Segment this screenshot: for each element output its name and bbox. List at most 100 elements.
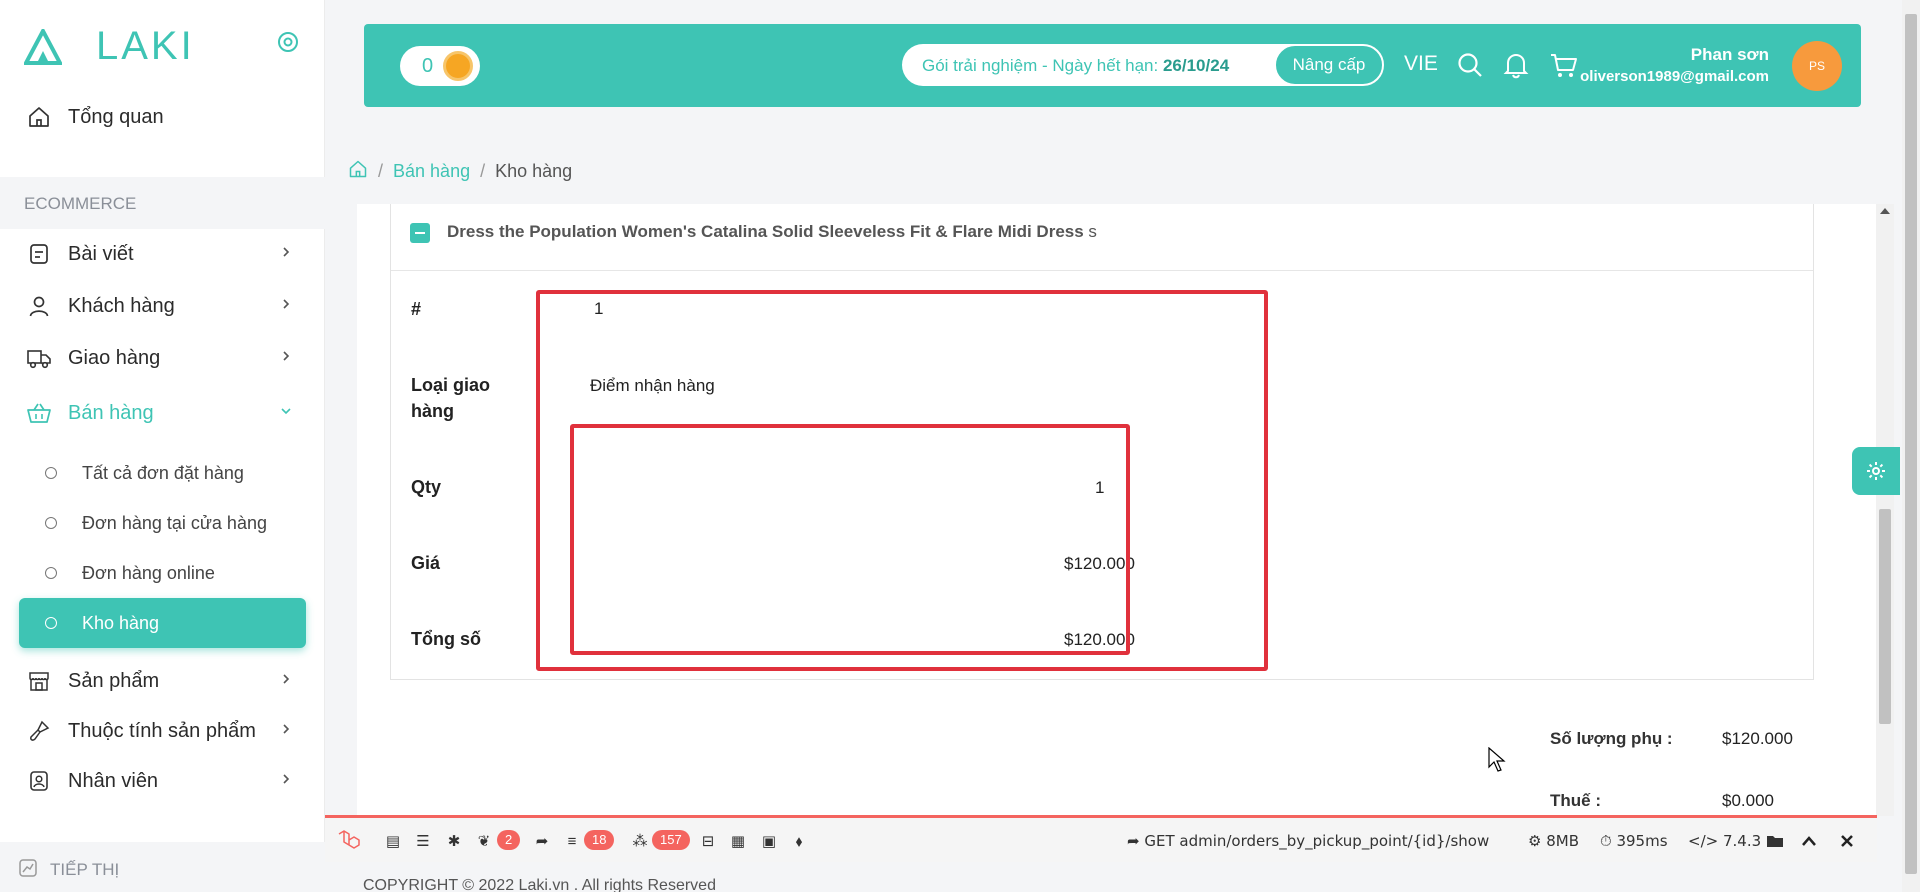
- sidebar-item-label: Thuộc tính sản phẩm: [68, 719, 256, 742]
- sidebar-item-label: Sản phẩm: [68, 669, 160, 692]
- laravel-logo-icon[interactable]: [336, 830, 362, 851]
- home-icon[interactable]: [348, 159, 368, 184]
- theme-settings-button[interactable]: [1852, 447, 1900, 495]
- memory-text: 8MB: [1546, 832, 1579, 850]
- archive-icon[interactable]: ▣: [758, 831, 780, 851]
- user-icon: [25, 292, 53, 320]
- section-title: TIẾP THỊ: [50, 860, 120, 879]
- sidebar-item-sales[interactable]: Bán hàng: [0, 388, 325, 438]
- sidebar-item-overview[interactable]: Tổng quan: [0, 92, 325, 142]
- user-name[interactable]: Phan sơn: [1691, 45, 1769, 65]
- chevron-right-icon: [280, 672, 292, 690]
- views-count-badge: 2: [497, 830, 521, 850]
- messages-icon[interactable]: ▤: [382, 831, 404, 851]
- brand-name: LAKI: [96, 24, 195, 68]
- qty-label: Qty: [411, 477, 442, 497]
- mouse-cursor-icon: [1488, 746, 1506, 778]
- user-email: oliverson1989@gmail.com: [1580, 68, 1769, 85]
- window-scrollbar-thumb[interactable]: [1905, 14, 1917, 874]
- php-version-text: 7.4.3: [1722, 832, 1762, 850]
- sidebar-subitem-label: Đơn hàng tại cửa hàng: [82, 513, 267, 533]
- leaf-icon[interactable]: ❦: [473, 831, 495, 851]
- sidebar-subitem-online-orders[interactable]: Đơn hàng online: [0, 553, 325, 593]
- sidebar-section-marketing: TIẾP THỊ: [0, 842, 325, 892]
- close-icon[interactable]: [1836, 831, 1858, 851]
- inbox-icon[interactable]: ⊟: [697, 831, 719, 851]
- shop-icon: [25, 667, 53, 695]
- sidebar-pin-icon[interactable]: [276, 30, 300, 59]
- coin-icon: [443, 51, 473, 81]
- avatar[interactable]: PS: [1792, 41, 1842, 91]
- brush-icon: [25, 717, 53, 745]
- sidebar-item-shipping[interactable]: Giao hàng: [0, 333, 325, 383]
- total-label: Tổng số: [411, 629, 481, 649]
- timeline-icon[interactable]: ☰: [412, 831, 434, 851]
- cart-icon[interactable]: [1549, 50, 1579, 80]
- folder-open-icon[interactable]: [1765, 831, 1787, 851]
- memory-info: ⚙ 8MB: [1528, 832, 1579, 850]
- expiry-date: 26/10/24: [1162, 56, 1230, 75]
- product-panel: Dress the Population Women's Catalina So…: [390, 204, 1814, 680]
- footer-copyright: COPYRIGHT © 2022 Laki.vn . All rights Re…: [363, 877, 716, 892]
- sidebar-item-customers[interactable]: Khách hàng: [0, 281, 325, 331]
- delivery-type-label: Loại giao hàng: [411, 375, 491, 421]
- product-name: Dress the Population Women's Catalina So…: [447, 222, 1084, 241]
- chevron-down-icon: [280, 404, 292, 422]
- chevron-up-icon[interactable]: [1798, 831, 1820, 851]
- search-icon[interactable]: [1455, 50, 1485, 80]
- sidebar-subitem-all-orders[interactable]: Tất cả đơn đặt hàng: [0, 453, 325, 493]
- collapse-toggle-button[interactable]: [410, 223, 430, 243]
- bell-icon[interactable]: [1501, 50, 1531, 80]
- sidebar-section-ecommerce: ECOMMERCE: [0, 177, 325, 229]
- time-text: 395ms: [1616, 832, 1668, 850]
- scroll-up-arrow-icon[interactable]: [1880, 208, 1890, 214]
- language-switcher[interactable]: VIE: [1404, 52, 1438, 76]
- gear-icon: [1867, 462, 1885, 480]
- coin-balance[interactable]: 0: [400, 46, 480, 86]
- upgrade-button[interactable]: Nâng cấp: [1274, 44, 1384, 86]
- laki-logo-icon: [24, 28, 62, 65]
- breadcrumb-separator: /: [378, 161, 384, 181]
- share-icon[interactable]: ➦: [531, 831, 553, 851]
- index-label: #: [411, 299, 422, 319]
- sidebar-item-staff[interactable]: Nhân viên: [0, 756, 325, 806]
- subtotal-label: Số lượng phụ :: [1550, 729, 1673, 748]
- sidebar-subitem-store-orders[interactable]: Đơn hàng tại cửa hàng: [0, 503, 325, 543]
- sidebar-item-label: Bài viết: [68, 242, 134, 265]
- sidebar: LAKI Tổng quan ECOMMERCE Bài viết Khách …: [0, 0, 325, 892]
- tax-label: Thuế :: [1550, 791, 1601, 810]
- subtotal-value: $120.000: [1722, 729, 1793, 748]
- chevron-right-icon: [280, 297, 292, 315]
- document-icon: [25, 240, 53, 268]
- sidebar-subitem-warehouse[interactable]: Kho hàng: [19, 598, 306, 648]
- basket-icon: [25, 399, 53, 427]
- breadcrumb-link-sales[interactable]: Bán hàng: [393, 161, 470, 182]
- price-label: Giá: [411, 553, 441, 573]
- queries-count-badge: 18: [584, 830, 615, 850]
- content-scrollbar[interactable]: [1876, 204, 1894, 816]
- breadcrumb-current: Kho hàng: [495, 161, 573, 181]
- sidebar-item-label: Nhân viên: [68, 769, 159, 792]
- sidebar-item-products[interactable]: Sản phẩm: [0, 656, 325, 706]
- models-icon[interactable]: ⁂: [629, 831, 651, 851]
- chevron-right-icon: [280, 722, 292, 740]
- sidebar-item-product-attributes[interactable]: Thuộc tính sản phẩm: [0, 706, 325, 756]
- window-scrollbar[interactable]: [1902, 0, 1920, 892]
- list-icon[interactable]: ▦: [727, 831, 749, 851]
- bug-icon[interactable]: ✱: [443, 831, 465, 851]
- circle-bullet-icon: [45, 567, 57, 579]
- route-info[interactable]: ➦ GET admin/orders_by_pickup_point/{id}/…: [1127, 832, 1489, 850]
- order-detail-card: Dress the Population Women's Catalina So…: [357, 204, 1877, 816]
- home-icon: [25, 103, 53, 131]
- id-badge-icon: [25, 767, 53, 795]
- database-icon[interactable]: ≡: [561, 831, 583, 851]
- sidebar-item-posts[interactable]: Bài viết: [0, 229, 325, 279]
- top-header: 0 Gói trải nghiệm - Ngày hết hạn: 26/10/…: [364, 24, 1861, 107]
- brand-logo[interactable]: LAKI: [24, 24, 195, 69]
- product-title-suffix: s: [1088, 222, 1097, 241]
- content-scrollbar-thumb[interactable]: [1879, 509, 1891, 724]
- sidebar-item-label: Bán hàng: [68, 401, 154, 424]
- models-count-badge: 157: [652, 830, 690, 850]
- tags-icon[interactable]: ⬧: [788, 831, 810, 851]
- request-time-info: ⏱ 395ms: [1600, 832, 1668, 850]
